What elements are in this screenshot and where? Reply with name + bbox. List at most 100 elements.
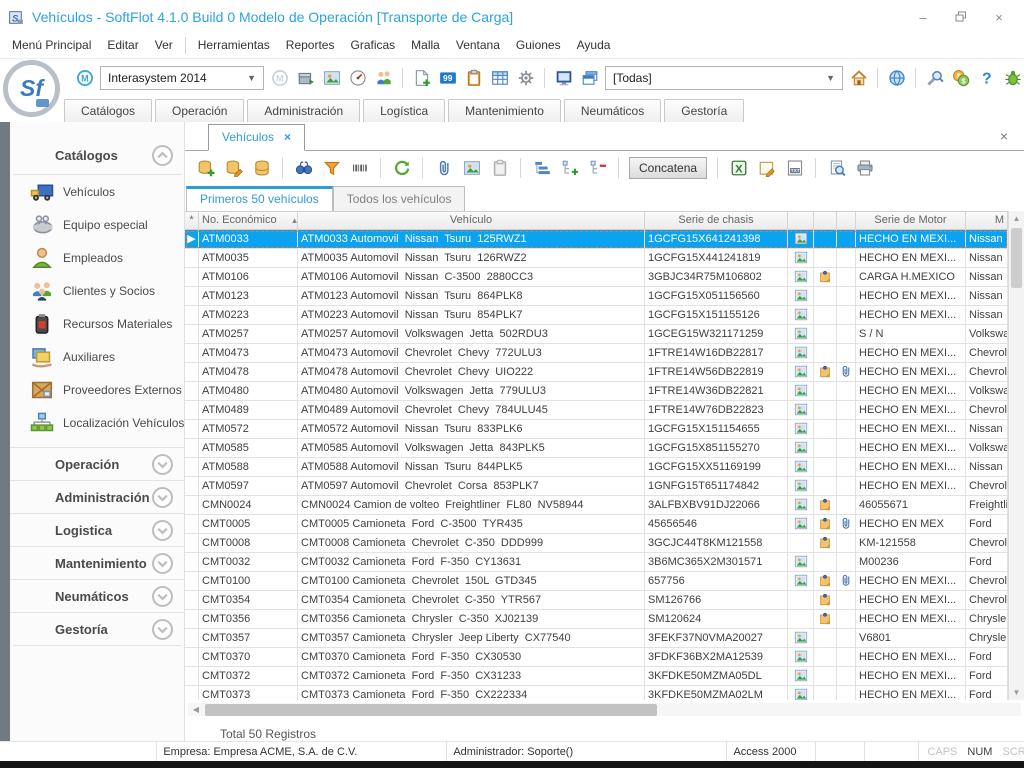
coins-icon[interactable]: $$ <box>950 68 971 89</box>
paperclip-icon[interactable] <box>433 157 454 178</box>
chevron-down-circle-icon[interactable] <box>151 519 174 542</box>
ribbon-tab-administracion[interactable]: Administración <box>247 99 360 123</box>
tree-expand-icon[interactable] <box>559 157 580 178</box>
sidebar-section-operacion[interactable]: Operación <box>10 447 184 480</box>
sidebar-item-auxiliares[interactable]: Auxiliares <box>10 340 184 373</box>
table-row[interactable]: CMT0354CMT0354 Camioneta Chevrolet C-350… <box>185 591 1008 610</box>
concatena-button[interactable]: Concatena <box>629 157 707 179</box>
table-row[interactable]: CMT0357CMT0357 Camioneta Chrysler Jeep L… <box>185 629 1008 648</box>
table-row[interactable]: CMN0024CMN0024 Camion de volteo Freightl… <box>185 496 1008 515</box>
table-row[interactable]: CMT0005CMT0005 Camioneta Ford C-3500 TYR… <box>185 515 1008 534</box>
column-header-eco[interactable]: No. Económico▲ <box>199 212 298 229</box>
tree-collapse-icon[interactable] <box>587 157 608 178</box>
table-row[interactable]: CMT0100CMT0100 Camioneta Chevrolet 150L … <box>185 572 1008 591</box>
chevron-up-circle-icon[interactable] <box>151 144 174 167</box>
table-row[interactable]: CMT0356CMT0356 Camioneta Chrysler C-350 … <box>185 610 1008 629</box>
chevron-down-circle-icon[interactable] <box>151 618 174 641</box>
ribbon-tab-catalogos[interactable]: Catálogos <box>64 99 152 123</box>
company-combo[interactable]: Interasystem 2014▼ <box>100 66 264 90</box>
view-tab-todos-los-vehiculos[interactable]: Todos los vehículos <box>333 186 466 211</box>
menu-reportes[interactable]: Reportes <box>278 35 343 55</box>
column-header-sel[interactable]: * <box>185 212 199 229</box>
sidebar-section-neumaticos[interactable]: Neumáticos <box>10 579 184 612</box>
help-icon[interactable]: ? <box>976 68 997 89</box>
table-row[interactable]: ATM0572ATM0572 Automovil Nissan Tsuru 83… <box>185 420 1008 439</box>
gauge-icon[interactable] <box>347 68 368 89</box>
column-header-note[interactable] <box>814 212 837 229</box>
column-header-veh[interactable]: Vehículo <box>298 212 645 229</box>
print-preview-icon[interactable] <box>826 157 847 178</box>
printer-icon[interactable] <box>854 157 875 178</box>
ribbon-tab-mantenimiento[interactable]: Mantenimiento <box>448 99 561 123</box>
menu-ayuda[interactable]: Ayuda <box>569 35 619 55</box>
table-row[interactable]: CMT0370CMT0370 Camioneta Ford F-350 CX30… <box>185 648 1008 667</box>
monitor-icon[interactable] <box>553 68 574 89</box>
table-row[interactable]: ATM0480ATM0480 Automovil Volkswagen Jett… <box>185 382 1008 401</box>
table-row[interactable]: ATM0585ATM0585 Automovil Volkswagen Jett… <box>185 439 1008 458</box>
excel-icon[interactable]: X <box>728 157 749 178</box>
chevron-down-circle-icon[interactable] <box>151 486 174 509</box>
refresh-icon[interactable] <box>391 157 412 178</box>
menu-editar[interactable]: Editar <box>99 35 146 55</box>
gear-icon[interactable] <box>515 68 536 89</box>
home-icon[interactable] <box>848 68 869 89</box>
ribbon-tab-gestoria[interactable]: Gestoría <box>664 99 744 123</box>
table-row[interactable]: CMT0372CMT0372 Camioneta Ford F-350 CX31… <box>185 667 1008 686</box>
menu-ver[interactable]: Ver <box>147 35 181 55</box>
sidebar-section-mantenimiento[interactable]: Mantenimiento <box>10 546 184 579</box>
vertical-scrollbar[interactable]: ▲ ▼ <box>1008 211 1024 700</box>
import-box-icon[interactable] <box>295 68 316 89</box>
sidebar-item-empleados[interactable]: Empleados <box>10 241 184 274</box>
column-header-clip[interactable] <box>837 212 856 229</box>
add-record-icon[interactable] <box>195 157 216 178</box>
edit-record-icon[interactable] <box>223 157 244 178</box>
table-row[interactable]: ATM0478ATM0478 Automovil Chevrolet Chevy… <box>185 363 1008 382</box>
ribbon-tab-logistica[interactable]: Logística <box>363 99 445 123</box>
sidebar-item-recursos-materiales[interactable]: Recursos Materiales <box>10 307 184 340</box>
table-row[interactable]: ATM0489ATM0489 Automovil Chevrolet Chevy… <box>185 401 1008 420</box>
clipboard-icon[interactable] <box>463 68 484 89</box>
table-row[interactable]: ATM0588ATM0588 Automovil Nissan Tsuru 84… <box>185 458 1008 477</box>
view-tab-primeros-50-vehiculos[interactable]: Primeros 50 vehículos <box>186 186 333 211</box>
menu-herramientas[interactable]: Herramientas <box>190 35 278 55</box>
bug-icon[interactable] <box>1002 68 1023 89</box>
grid-icon[interactable] <box>489 68 510 89</box>
binoculars-icon[interactable] <box>293 157 314 178</box>
table-row[interactable]: ATM0257ATM0257 Automovil Volkswagen Jett… <box>185 325 1008 344</box>
tab-close-icon[interactable]: × <box>284 130 291 144</box>
table-row[interactable]: ATM0123ATM0123 Automovil Nissan Tsuru 86… <box>185 287 1008 306</box>
sidebar-item-clientes-y-socios[interactable]: Clientes y Socios <box>10 274 184 307</box>
image-icon[interactable] <box>321 68 342 89</box>
column-header-marca[interactable]: M <box>966 212 1008 229</box>
chevron-down-circle-icon[interactable] <box>151 552 174 575</box>
table-row[interactable]: ATM0597ATM0597 Automovil Chevrolet Corsa… <box>185 477 1008 496</box>
sidebar-section-administracion[interactable]: Administración <box>10 480 184 513</box>
tree-list-icon[interactable] <box>531 157 552 178</box>
panel-close-icon[interactable]: × <box>1000 129 1008 143</box>
txt-icon[interactable]: TXT <box>784 157 805 178</box>
table-row[interactable]: CMT0008CMT0008 Camioneta Chevrolet C-350… <box>185 534 1008 553</box>
sidebar-item-localizacion-vehiculos[interactable]: Localización Vehículos <box>10 406 184 439</box>
chevron-down-circle-icon[interactable] <box>151 585 174 608</box>
sidebar-section-gestoria[interactable]: Gestoría <box>10 612 184 645</box>
new-document-icon[interactable] <box>411 68 432 89</box>
module-m-icon[interactable]: M <box>74 68 95 89</box>
close-icon[interactable]: × <box>992 10 1006 24</box>
paste-disabled-icon[interactable] <box>489 157 510 178</box>
filter-combo[interactable]: [Todas]▼ <box>605 66 843 90</box>
sidebar-section-catalogos[interactable]: Catálogos <box>10 136 184 174</box>
tool-search-icon[interactable] <box>924 68 945 89</box>
minimize-icon[interactable]: – <box>916 10 930 24</box>
chevron-down-circle-icon[interactable] <box>151 453 174 476</box>
table-row[interactable]: ATM0223ATM0223 Automovil Nissan Tsuru 85… <box>185 306 1008 325</box>
table-row[interactable]: CMT0373CMT0373 Camioneta Ford F-350 CX22… <box>185 686 1008 700</box>
scroll-down-icon[interactable]: ▼ <box>1009 685 1024 700</box>
column-header-motor[interactable]: Serie de Motor <box>856 212 966 229</box>
table-row[interactable]: ATM0035ATM0035 Automovil Nissan Tsuru 12… <box>185 249 1008 268</box>
ribbon-tab-neumaticos[interactable]: Neumáticos <box>564 99 661 123</box>
sidebar-item-vehiculos[interactable]: Vehículos <box>10 175 184 208</box>
table-row[interactable]: ATM0106ATM0106 Automovil Nissan C-3500 2… <box>185 268 1008 287</box>
horizontal-scroll-thumb[interactable] <box>205 704 657 716</box>
sidebar-item-equipo-especial[interactable]: Equipo especial <box>10 208 184 241</box>
restore-icon[interactable] <box>954 10 968 24</box>
